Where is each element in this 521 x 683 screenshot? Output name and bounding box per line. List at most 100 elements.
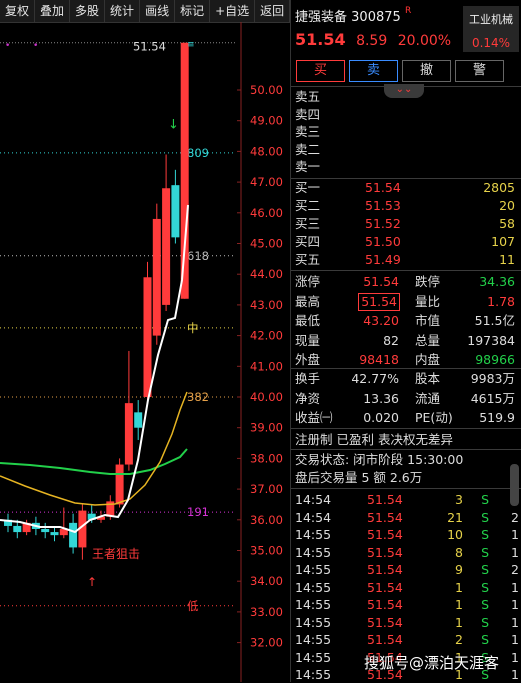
level-label: 低 [187,599,199,613]
toolbar-button[interactable]: 返回 [255,0,291,22]
stat-label: 内盘 [415,352,441,367]
tick-time: 14:55 [295,597,332,612]
y-axis-label: 49.00 [250,114,283,128]
buy-price: 51.54 [365,180,401,195]
stat-value: 98966 [475,352,515,367]
toolbar-button[interactable]: 画线 [140,0,176,22]
buy-label: 买五 [295,252,321,267]
down-arrow-icon: ↓ [168,117,179,132]
candle-body [143,277,152,397]
candle-body [115,464,124,505]
trade-buttons: 买 卖 撤 警 [296,60,504,82]
stock-code: 300875 [351,10,401,25]
chart-toolbar: 复权 叠加 多股 统计 画线 标记 +自选 返回 [0,0,291,23]
tick-price: 51.54 [367,579,403,595]
buy-label: 买二 [295,198,321,213]
scrollbar[interactable] [510,464,519,506]
tick-row: 14:55 51.54 1 S 1 [295,596,519,613]
price-change-pct: 20.00% [397,33,452,49]
y-axis-label: 42.00 [250,329,283,343]
stat-label: 最低 [295,313,321,328]
candle-body [69,522,78,548]
sector-name: 工业机械 [469,13,513,26]
trade-status: 交易状态: 闭市阶段 15:30:00 [295,452,519,468]
tick-row: 14:55 51.54 8 S 1 [295,544,519,561]
stat-value: 51.54 [358,292,400,311]
buy-price: 51.50 [365,234,401,249]
tick-volume: 8 [455,544,463,560]
stat-value: 519.9 [479,410,515,425]
tick-side: S [481,544,489,560]
trade-status-text: 交易状态: 闭市阶段 15:30:00 [295,452,464,467]
candle-body [152,218,161,336]
level-label: 191 [187,505,209,519]
tick-volume: 2 [455,632,463,647]
tick-time: 14:55 [295,667,332,682]
toolbar-button[interactable]: 标记 [175,0,211,22]
level-label: 809 [187,146,209,160]
candle-body [134,412,143,428]
tick-price: 51.54 [367,614,403,630]
tick-volume: 9 [455,562,463,577]
level-label: 382 [187,390,209,404]
tick-side: S [481,527,489,542]
tick-time: 14:55 [295,632,332,647]
sell-label: 卖三 [295,124,321,139]
tick-price: 51.54 [367,527,403,542]
buy-button[interactable]: 买 [296,60,345,82]
y-axis-label: 48.00 [250,144,283,158]
tick-side: S [481,597,489,612]
sector-box[interactable]: 工业机械 0.14% [463,6,519,52]
sell-row: 卖五 [295,89,519,105]
buy-row: 买二 51.53 20 [295,198,519,214]
toolbar-button[interactable]: 多股 [70,0,106,22]
toolbar-button[interactable]: 统计 [105,0,141,22]
stat-value: 98418 [359,352,399,367]
info-tags: 注册制 已盈利 表决权无差异 [295,432,519,448]
tick-row: 14:55 51.54 10 S 1 [295,526,519,543]
stat-label: 涨停 [295,274,321,289]
candle-body [162,188,171,305]
tick-volume: 1 [455,614,463,630]
tick-time: 14:55 [295,527,332,542]
buy-row: 买五 51.49 11 [295,252,519,268]
tick-side: S [481,509,489,525]
stat-value: 43.20 [363,313,399,328]
stat-value: 82 [383,332,399,348]
tick-row: 14:55 51.54 2 S 1 [295,631,519,648]
stat-label: 现量 [295,332,321,348]
buy-volume: 20 [499,198,515,213]
toolbar-button[interactable]: +自选 [210,0,256,22]
tick-count: 1 [511,597,519,612]
sell-button[interactable]: 卖 [349,60,398,82]
stat-label: 跌停 [415,274,441,289]
stock-title: 捷强装备 300875 R [295,6,411,25]
stat-row: 最低 43.20 市值 51.5亿 [295,313,519,329]
stat-label: 外盘 [295,352,321,367]
sell-row: 卖四 [295,107,519,123]
y-axis-label: 39.00 [250,421,283,435]
cancel-order-button[interactable]: 撤 [402,60,451,82]
alert-button[interactable]: 警 [455,60,504,82]
buy-price: 51.52 [365,216,401,231]
ma-yellow-line [0,391,188,506]
tick-time: 14:54 [295,509,332,525]
tick-count: 1 [511,579,519,595]
stat-row: 最高 51.54 量比 1.78 [295,292,519,311]
toolbar-button[interactable]: 复权 [0,0,36,22]
tick-count: 1 [511,527,519,542]
buy-volume: 11 [499,252,515,267]
candle-body [41,529,50,533]
stat-label: 收益㈠ [295,410,333,425]
dot-marker: • [33,41,38,51]
buy-volume: 58 [499,216,515,231]
tick-count: 2 [511,509,519,525]
kline-chart[interactable]: 50.00 49.00 48.00 47.00 46.00 45.00 44.00 43.00… [0,22,290,682]
toolbar-button[interactable]: 叠加 [35,0,71,22]
tick-count: 1 [511,632,519,647]
buy-label: 买四 [295,234,321,249]
top-price-label: 51.54 [133,40,166,54]
level-label: 618 [187,249,209,263]
stat-value: 1.78 [487,293,515,309]
registration-flag: R [404,6,412,16]
